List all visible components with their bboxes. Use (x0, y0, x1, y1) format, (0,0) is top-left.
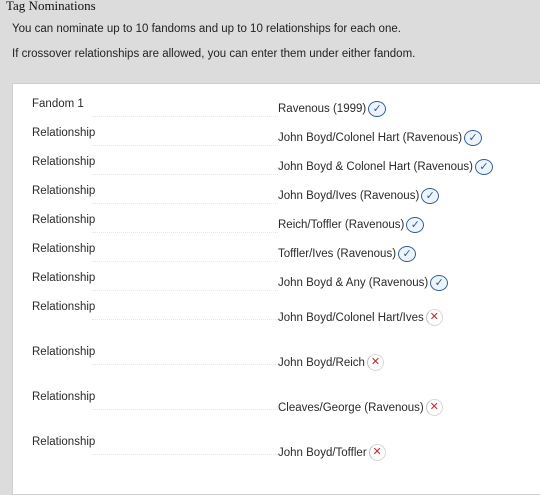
relationship-nomination: John Boyd/Ives (Ravenous) ✓ (278, 188, 440, 204)
relationship-nomination: John Boyd/Reich ✕ (278, 354, 384, 371)
relationship-label: Relationship (32, 156, 278, 175)
cross-icon[interactable]: ✕ (425, 309, 443, 326)
fieldset-legend: Tag Nominations (6, 0, 96, 13)
check-icon[interactable]: ✓ (368, 101, 387, 117)
relationship-label: Relationship (32, 346, 278, 365)
relationship-nomination: John Boyd/Toffler ✕ (278, 444, 386, 461)
relationship-nomination: John Boyd & Any (Ravenous) ✓ (278, 275, 449, 291)
nomination-text: Ravenous (1999) (278, 103, 367, 115)
relationship-nomination: John Boyd & Colonel Hart (Ravenous) ✓ (278, 159, 493, 175)
nomination-text: John Boyd/Toffler (278, 446, 367, 459)
row-label: Relationship (32, 301, 96, 313)
nomination-text: John Boyd/Ives (Ravenous) (278, 190, 420, 202)
relationship-label: Relationship (32, 272, 278, 291)
nomination-limit-note: You can nominate up to 10 fandoms and up… (12, 23, 401, 35)
check-icon[interactable]: ✓ (398, 246, 417, 262)
nomination-text: John Boyd/Colonel Hart (Ravenous) (278, 132, 463, 144)
relationship-label: Relationship (32, 436, 278, 455)
row-label: Relationship (32, 243, 96, 255)
cross-icon[interactable]: ✕ (425, 399, 443, 416)
relationship-nomination: Cleaves/George (Ravenous) ✕ (278, 399, 443, 416)
row-label: Relationship (32, 436, 96, 448)
fandom-nomination: Ravenous (1999) ✓ (278, 101, 387, 117)
row-label: Relationship (32, 272, 96, 284)
check-icon[interactable]: ✓ (421, 188, 440, 204)
nomination-text: John Boyd/Reich (278, 356, 365, 369)
relationship-label: Relationship (32, 127, 278, 146)
nomination-text: John Boyd/Colonel Hart/Ives (278, 311, 424, 324)
crossover-note: If crossover relationships are allowed, … (12, 48, 416, 60)
row-label: Relationship (32, 346, 96, 358)
relationship-label: Relationship (32, 391, 278, 410)
check-icon[interactable]: ✓ (474, 159, 493, 175)
nomination-text: John Boyd & Any (Ravenous) (278, 277, 429, 289)
relationship-nomination: Reich/Toffler (Ravenous) ✓ (278, 217, 425, 233)
row-label: Relationship (32, 156, 96, 168)
nomination-text: Reich/Toffler (Ravenous) (278, 219, 405, 231)
relationship-nomination: John Boyd/Colonel Hart (Ravenous) ✓ (278, 130, 483, 146)
row-label: Relationship (32, 214, 96, 226)
check-icon[interactable]: ✓ (464, 130, 483, 146)
row-label: Relationship (32, 391, 96, 403)
check-icon[interactable]: ✓ (406, 217, 425, 233)
relationship-nomination: John Boyd/Colonel Hart/Ives ✕ (278, 309, 443, 326)
relationship-label: Relationship (32, 243, 278, 262)
check-icon[interactable]: ✓ (430, 275, 449, 291)
fandom-label: Fandom 1 (32, 98, 278, 117)
relationship-label: Relationship (32, 301, 278, 320)
row-label: Relationship (32, 127, 96, 139)
cross-icon[interactable]: ✕ (368, 444, 386, 461)
row-label: Relationship (32, 185, 96, 197)
nominations-panel: Fandom 1 Ravenous (1999) ✓ Relationship J… (12, 83, 540, 495)
nomination-text: Cleaves/George (Ravenous) (278, 401, 424, 414)
nomination-text: Toffler/Ives (Ravenous) (278, 248, 397, 260)
relationship-label: Relationship (32, 214, 278, 233)
row-label: Fandom 1 (32, 98, 84, 110)
cross-icon[interactable]: ✕ (366, 354, 384, 371)
nomination-text: John Boyd & Colonel Hart (Ravenous) (278, 161, 473, 173)
relationship-nomination: Toffler/Ives (Ravenous) ✓ (278, 246, 417, 262)
relationship-label: Relationship (32, 185, 278, 204)
